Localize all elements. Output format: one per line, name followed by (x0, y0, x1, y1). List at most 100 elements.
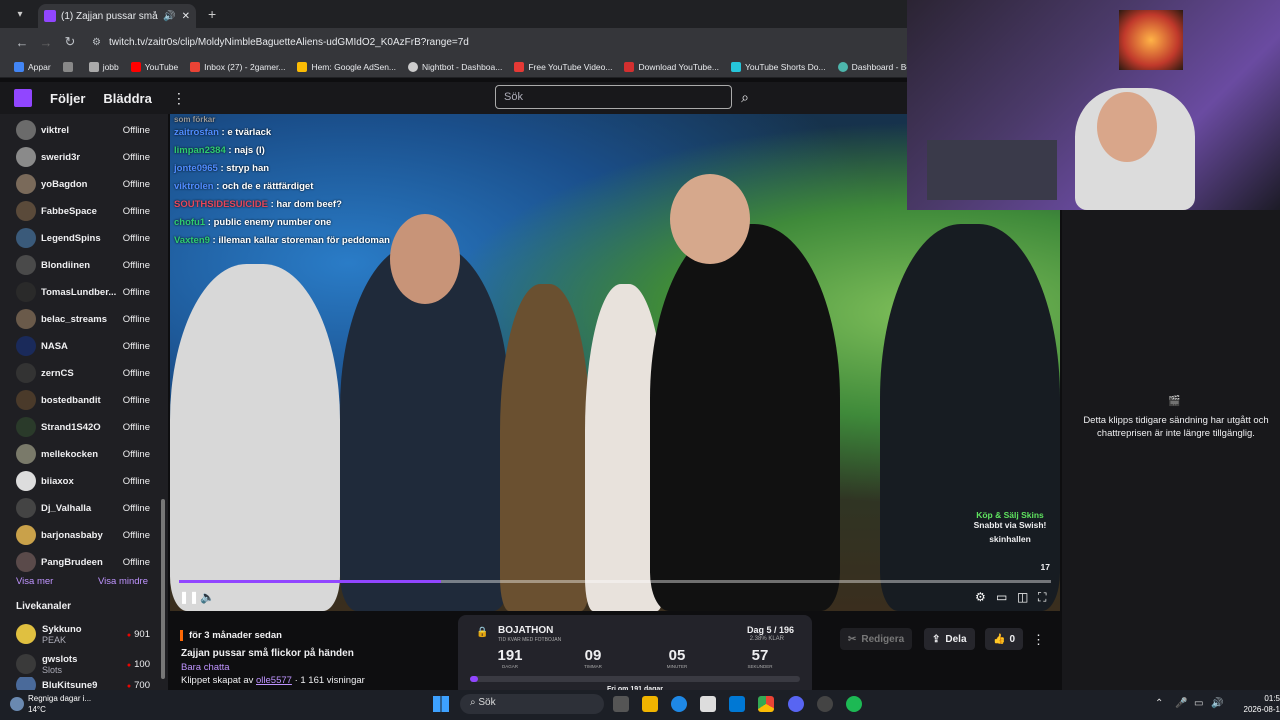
bookmark-nightbot[interactable]: Nightbot - Dashboa... (408, 61, 502, 72)
bookmark-youtube[interactable]: YouTube (130, 61, 178, 72)
new-tab-button[interactable]: + (208, 6, 216, 22)
bojathon-progress-fill (470, 676, 478, 682)
sidebar-channel[interactable]: biiaxox Offline (0, 468, 160, 494)
weather-widget[interactable]: Regniga dagar i... 14°C (28, 693, 91, 715)
url-text: twitch.tv/zaitr0s/clip/MoldyNimbleBaguet… (108, 36, 469, 48)
outlook-icon[interactable] (729, 696, 745, 712)
clip-title: Zajjan pussar små flickor på händen (181, 648, 354, 659)
avatar (16, 309, 36, 329)
grid-icon (62, 61, 73, 72)
sidebar-channel[interactable]: yoBagdon Offline (0, 171, 160, 197)
more-options-icon[interactable]: ⋮ (1032, 632, 1045, 648)
edit-button[interactable]: ✂ Redigera (840, 628, 913, 650)
bojathon-widget: 🔒 BOJATHON TID KVAR MED FOTBOJAN Dag 5 /… (458, 615, 812, 697)
fireplace-image (1119, 10, 1183, 70)
sidebar-channel[interactable]: Dj_Valhalla Offline (0, 495, 160, 521)
discord-icon[interactable] (788, 696, 804, 712)
sidebar-channel[interactable]: zernCS Offline (0, 360, 160, 386)
volume-tray-icon[interactable]: 🔊 (1211, 698, 1223, 709)
weather-icon[interactable] (10, 697, 24, 711)
browser-tab[interactable]: (1) Zajjan pussar små flickor 🔊 ✕ (38, 4, 196, 28)
nav-following[interactable]: Följer (50, 91, 85, 106)
edge-icon[interactable] (671, 696, 687, 712)
share-button[interactable]: ⇪ Dela (924, 628, 975, 650)
sidebar-channel[interactable]: mellekocken Offline (0, 441, 160, 467)
more-menu-icon[interactable]: ⋮ (172, 90, 186, 107)
reload-icon[interactable]: ↻ (58, 34, 82, 50)
bookmark-inbox[interactable]: Inbox (27) - 2gamer... (190, 61, 285, 72)
pause-icon[interactable]: ❚❚ (179, 590, 199, 604)
search-icon[interactable]: ⌕ (733, 85, 757, 109)
video-progress-bar[interactable] (179, 580, 1051, 583)
settings-icon[interactable]: ⚙ (975, 590, 986, 604)
bookmark-grid[interactable] (62, 61, 77, 72)
tab-search-icon[interactable]: ▾ (10, 4, 30, 24)
creator-link[interactable]: olle5577 (256, 675, 292, 686)
search-input[interactable]: Sök (495, 85, 732, 109)
forward-icon[interactable]: → (34, 35, 58, 50)
bookmark-apps[interactable]: Appar (14, 61, 51, 72)
nav-browse[interactable]: Bläddra (103, 91, 151, 106)
video-scene (170, 264, 340, 611)
mic-icon[interactable]: 🎤 (1175, 698, 1187, 709)
sidebar-channel[interactable]: belac_streams Offline (0, 306, 160, 332)
spotify-icon[interactable] (846, 696, 862, 712)
avatar (16, 147, 36, 167)
taskbar-search[interactable]: ⌕ Sök (460, 694, 604, 714)
chat-overlay: som förkar zaitrosfan : e tvärlack limpa… (174, 115, 390, 247)
file-explorer-icon[interactable] (642, 696, 658, 712)
sidebar-channel[interactable]: PangBrudeen Offline (0, 549, 160, 575)
desk-image (927, 140, 1057, 200)
bookmark-jobb[interactable]: jobb (88, 61, 119, 72)
sidebar-channel[interactable]: NASA Offline (0, 333, 160, 359)
video-icon (514, 61, 525, 72)
bojathon-progress-bar (470, 676, 800, 682)
task-view-icon[interactable] (613, 696, 629, 712)
bookmark-shorts[interactable]: YouTube Shorts Do... (730, 61, 826, 72)
bookmark-download-youtube[interactable]: Download YouTube... (624, 61, 719, 72)
sidebar-channel[interactable]: TomasLundber... Offline (0, 279, 160, 305)
sidebar-channel[interactable]: Strand1S42O Offline (0, 414, 160, 440)
taskbar-clock[interactable]: 01:5 2026-08-1 (1244, 693, 1280, 715)
live-channel[interactable]: gwslotsSlots100 (0, 649, 160, 679)
sidebar-channel[interactable]: barjonasbaby Offline (0, 522, 160, 548)
tray-chevron-icon[interactable]: ⌃ (1155, 698, 1163, 709)
start-icon[interactable] (433, 696, 449, 712)
bookmark-adsense[interactable]: Hem: Google AdSen... (297, 61, 396, 72)
show-more-link[interactable]: Visa mer (16, 576, 53, 587)
sidebar-channel[interactable]: LegendSpins Offline (0, 225, 160, 251)
sidebar: viktrel Offline swerid3r Offline yoBagdon O… (0, 114, 168, 694)
site-info-icon[interactable]: ⚙ (92, 37, 101, 48)
chrome-icon[interactable] (758, 696, 774, 712)
sidebar-channel[interactable]: bostedbandit Offline (0, 387, 160, 413)
pip-icon[interactable]: ◫ (1017, 590, 1028, 604)
clip-category[interactable]: Bara chatta (181, 662, 230, 673)
volume-icon[interactable]: 🔈 (200, 590, 215, 604)
lock-icon: 🔒 (476, 627, 489, 638)
back-icon[interactable]: ← (10, 35, 34, 50)
nightbot-icon (408, 61, 419, 72)
like-button[interactable]: 👍 0 (985, 628, 1024, 650)
video-scene (390, 214, 460, 304)
display-icon[interactable]: ▭ (1194, 698, 1203, 709)
avatar (16, 552, 36, 572)
show-less-link[interactable]: Visa mindre (98, 576, 148, 587)
countdown-seconds: 57 SEKUNDER (747, 647, 773, 669)
store-icon[interactable] (700, 696, 716, 712)
live-channel[interactable]: SykkunoPEAK901 (0, 619, 160, 649)
sidebar-channel[interactable]: viktrel Offline (0, 117, 160, 143)
avatar (16, 201, 36, 221)
bookmark-free-youtube[interactable]: Free YouTube Video... (514, 61, 612, 72)
sidebar-scrollbar[interactable] (161, 499, 165, 679)
sidebar-channel[interactable]: FabbeSpace Offline (0, 198, 160, 224)
bojathon-title: BOJATHON (498, 625, 554, 636)
live-channels-header: Livekanaler (16, 601, 72, 612)
close-tab-icon[interactable]: ✕ (182, 11, 190, 22)
obs-icon[interactable] (817, 696, 833, 712)
fullscreen-icon[interactable]: ⛶ (1038, 590, 1046, 605)
url-field[interactable]: ⚙ twitch.tv/zaitr0s/clip/MoldyNimbleBagu… (92, 37, 469, 48)
twitch-logo-icon[interactable] (14, 89, 32, 107)
sidebar-channel[interactable]: Blondiinen Offline (0, 252, 160, 278)
theatre-mode-icon[interactable]: ▭ (996, 590, 1007, 604)
sidebar-channel[interactable]: swerid3r Offline (0, 144, 160, 170)
